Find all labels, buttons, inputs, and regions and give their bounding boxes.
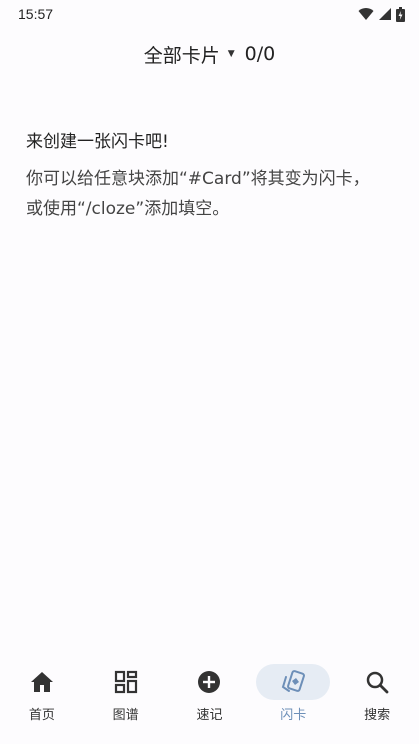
nav-label: 速记 [196, 708, 223, 723]
empty-title: 来创建一张闪卡吧! [26, 132, 169, 152]
nav-label: 搜索 [364, 708, 391, 723]
card-count: 0/0 [244, 43, 276, 65]
nav-icon-wrap [5, 664, 79, 700]
nav-label: 图谱 [112, 708, 139, 723]
empty-description-line: 或使用“/cloze”添加填空。 [26, 199, 230, 219]
wifi-icon [358, 8, 374, 20]
status-bar: 15:57 [0, 0, 419, 28]
nav-item-graph[interactable]: 图谱 [86, 664, 166, 723]
home-icon [30, 672, 53, 692]
nav-label: 首页 [28, 708, 55, 723]
empty-description: 你可以给任意块添加“#Card”将其变为闪卡， 或使用“/cloze”添加填空。 [26, 164, 406, 224]
nav-label: 闪卡 [280, 708, 307, 723]
nav-item-flashcard[interactable]: 闪卡 [253, 664, 333, 723]
nav-item-search[interactable]: 搜索 [337, 664, 417, 723]
nav-item-quick-note[interactable]: 速记 [169, 664, 249, 723]
nav-icon-wrap [89, 664, 163, 700]
empty-state: 来创建一张闪卡吧! 你可以给任意块添加“#Card”将其变为闪卡， 或使用“/c… [26, 128, 406, 224]
graph-icon [114, 670, 137, 694]
deck-label: 全部卡片 [143, 44, 220, 67]
nav-item-home[interactable]: 首页 [2, 664, 82, 723]
status-time: 15:57 [18, 6, 54, 22]
cell-signal-icon [379, 8, 391, 20]
plus-circle-icon [198, 671, 221, 693]
nav-icon-wrap [256, 664, 331, 700]
flashcard-icon [282, 670, 306, 692]
nav-icon-wrap [172, 664, 246, 700]
status-icons [358, 6, 405, 22]
nav-icon-wrap [340, 664, 414, 700]
search-icon [366, 671, 389, 694]
header: 全部卡片 ▼ 0/0 [0, 36, 419, 72]
bottom-nav: 首页 图谱 速记 闪卡 搜索 [0, 656, 419, 744]
empty-description-line: 你可以给任意块添加“#Card”将其变为闪卡， [26, 169, 370, 189]
deck-selector[interactable]: 全部卡片 ▼ [144, 41, 239, 68]
caret-down-icon: ▼ [227, 49, 235, 59]
battery-icon [396, 6, 405, 22]
